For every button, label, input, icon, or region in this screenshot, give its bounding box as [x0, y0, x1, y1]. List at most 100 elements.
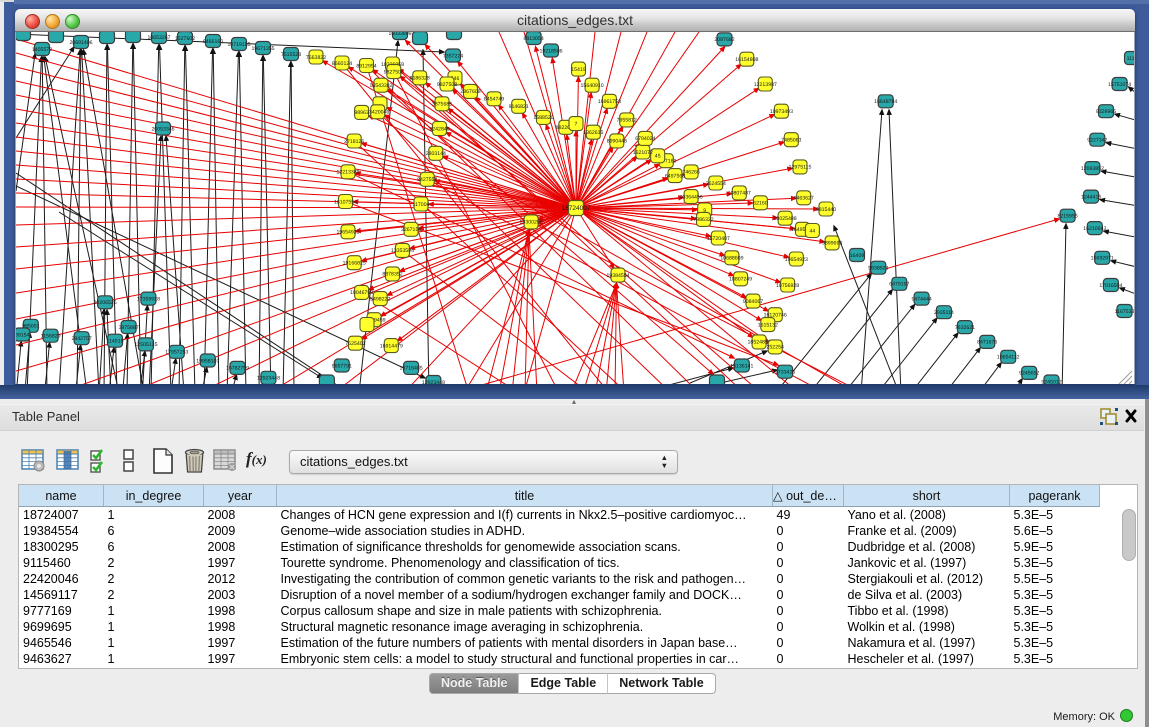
svg-text:9146821: 9146821 — [509, 104, 529, 110]
svg-text:15419: 15419 — [571, 67, 586, 73]
svg-text:19384554: 19384554 — [606, 273, 629, 279]
svg-text:15751074: 15751074 — [1108, 82, 1131, 88]
svg-text:9815440: 9815440 — [816, 207, 836, 213]
svg-text:15716485: 15716485 — [400, 366, 423, 372]
svg-text:9227342: 9227342 — [1087, 138, 1107, 144]
svg-text:20206526: 20206526 — [94, 300, 117, 306]
svg-text:7: 7 — [575, 121, 578, 127]
svg-text:23420046: 23420046 — [366, 110, 389, 116]
svg-text:12093852: 12093852 — [1081, 166, 1104, 172]
svg-text:9245652: 9245652 — [1019, 371, 1039, 377]
svg-text:9657791: 9657791 — [332, 363, 352, 369]
svg-text:1621072: 1621072 — [633, 150, 653, 156]
svg-text:7986322: 7986322 — [693, 217, 713, 223]
svg-text:16648784: 16648784 — [874, 99, 897, 105]
svg-text:9084067: 9084067 — [743, 299, 763, 305]
svg-text:19654923: 19654923 — [785, 257, 808, 263]
svg-text:1362615: 1362615 — [583, 130, 603, 136]
svg-text:12923448: 12923448 — [422, 380, 445, 384]
svg-text:16914479: 16914479 — [380, 343, 403, 349]
svg-text:17016504: 17016504 — [1099, 283, 1122, 289]
svg-text:16033809: 16033809 — [388, 32, 411, 36]
svg-text:15136141: 15136141 — [730, 363, 753, 369]
svg-text:16409: 16409 — [850, 253, 865, 258]
svg-text:19218506: 19218506 — [539, 48, 562, 54]
svg-text:6466160: 6466160 — [203, 39, 223, 45]
svg-text:39154: 39154 — [16, 332, 30, 338]
svg-text:3624554: 3624554 — [706, 181, 726, 187]
svg-text:8454749: 8454749 — [484, 97, 504, 103]
svg-text:2718126: 2718126 — [344, 139, 364, 145]
svg-text:16543382: 16543382 — [369, 83, 392, 89]
svg-text:1156829: 1156829 — [41, 334, 61, 340]
svg-text:9474444: 9474444 — [911, 296, 931, 302]
svg-text:1112: 1112 — [1127, 56, 1134, 62]
svg-text:7663822: 7663822 — [306, 55, 326, 61]
svg-text:1405572: 1405572 — [32, 47, 52, 53]
svg-text:2935114: 2935114 — [934, 310, 954, 316]
svg-text:10688609: 10688609 — [720, 256, 743, 262]
svg-text:1167533: 1167533 — [1115, 309, 1134, 315]
svg-text:18300295: 18300295 — [520, 220, 543, 226]
svg-text:8471676: 8471676 — [977, 340, 997, 346]
svg-text:10807487: 10807487 — [728, 191, 751, 197]
svg-text:19654925: 19654925 — [336, 230, 359, 236]
svg-text:9242848: 9242848 — [429, 126, 449, 132]
svg-text:12213987: 12213987 — [754, 82, 777, 88]
svg-text:9463627: 9463627 — [794, 196, 814, 202]
svg-text:9329966: 9329966 — [1096, 109, 1116, 115]
svg-text:1244415: 1244415 — [1081, 194, 1101, 200]
svg-text:9827500: 9827500 — [384, 69, 404, 75]
svg-text:114519: 114519 — [107, 339, 124, 345]
svg-text:9827508: 9827508 — [437, 82, 457, 88]
svg-text:8912954: 8912954 — [356, 63, 376, 69]
svg-text:10653267: 10653267 — [147, 35, 170, 41]
svg-text:12975115: 12975115 — [789, 165, 812, 171]
svg-text:8427552: 8427552 — [417, 177, 437, 183]
svg-text:252254: 252254 — [767, 345, 784, 351]
svg-text:8215955: 8215955 — [1057, 214, 1077, 220]
svg-text:2087682: 2087682 — [714, 37, 734, 43]
svg-text:13353594: 13353594 — [391, 248, 414, 254]
svg-text:10654112: 10654112 — [997, 355, 1020, 361]
svg-text:8990448: 8990448 — [607, 139, 627, 145]
svg-text:7955812: 7955812 — [617, 118, 637, 124]
svg-text:16107554: 16107554 — [334, 199, 357, 205]
svg-text:19958107: 19958107 — [196, 358, 219, 364]
svg-text:117004: 117004 — [413, 202, 430, 208]
svg-text:16154808: 16154808 — [735, 57, 758, 63]
svg-text:3975887: 3975887 — [118, 325, 138, 331]
svg-text:12213389: 12213389 — [336, 170, 359, 176]
svg-text:15720407: 15720407 — [707, 236, 730, 242]
svg-text:16782759: 16782759 — [226, 366, 249, 372]
svg-text:10046798: 10046798 — [350, 290, 373, 296]
svg-text:8660124: 8660124 — [332, 61, 352, 67]
svg-text:62160: 62160 — [753, 201, 768, 207]
svg-text:9245012: 9245012 — [1041, 379, 1061, 384]
svg-text:7515528: 7515528 — [281, 52, 301, 58]
svg-text:2803144: 2803144 — [426, 151, 446, 157]
svg-text:9899695: 9899695 — [822, 241, 842, 247]
svg-text:17957253: 17957253 — [165, 350, 188, 356]
svg-text:6794024: 6794024 — [635, 136, 655, 142]
svg-text:98963: 98963 — [354, 110, 369, 116]
svg-text:15640910: 15640910 — [581, 83, 604, 89]
svg-text:7632621: 7632621 — [955, 325, 975, 331]
svg-text:1615132: 1615132 — [758, 322, 778, 328]
svg-text:5498222: 5498222 — [370, 296, 390, 302]
svg-text:19166825: 19166825 — [343, 261, 366, 267]
svg-text:20364456: 20364456 — [680, 194, 703, 200]
svg-text:12505135: 12505135 — [134, 342, 157, 348]
svg-text:7625402: 7625402 — [345, 341, 365, 347]
svg-text:20691406: 20691406 — [69, 40, 92, 46]
svg-text:2942757: 2942757 — [71, 336, 91, 342]
svg-text:2867608: 2867608 — [460, 89, 480, 95]
svg-text:8813054: 8813054 — [523, 36, 543, 42]
svg-text:6479197: 6479197 — [889, 282, 909, 288]
svg-text:10719155: 10719155 — [227, 42, 250, 48]
svg-text:16961758: 16961758 — [598, 99, 621, 105]
svg-text:18807249: 18807249 — [729, 277, 752, 283]
svg-text:44: 44 — [810, 228, 816, 234]
svg-text:1588520: 1588520 — [533, 115, 553, 121]
svg-text:45: 45 — [655, 154, 661, 160]
